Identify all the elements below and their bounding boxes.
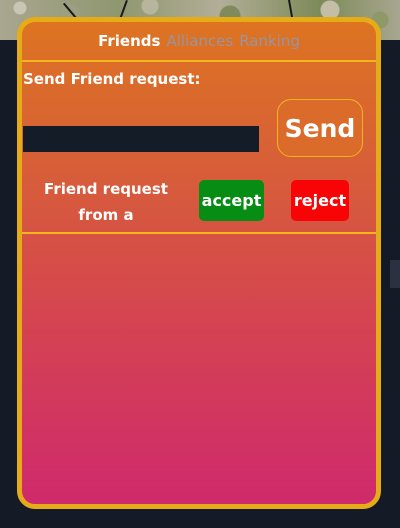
tab-alliances[interactable]: Alliances	[166, 32, 233, 50]
tab-ranking[interactable]: Ranking	[239, 32, 300, 50]
tab-friends[interactable]: Friends	[98, 32, 160, 50]
social-panel: Friends Alliances Ranking Send Friend re…	[17, 17, 381, 509]
friend-name-input[interactable]	[23, 126, 259, 152]
tab-bar: Friends Alliances Ranking	[22, 22, 376, 62]
reject-button[interactable]: reject	[291, 180, 349, 221]
friend-request-row: Friend request from a accept reject	[22, 172, 376, 234]
side-panel-edge	[390, 260, 400, 288]
accept-button[interactable]: accept	[199, 180, 264, 221]
send-button[interactable]: Send	[277, 99, 363, 157]
send-request-label: Send Friend request:	[23, 70, 201, 88]
friend-request-text: Friend request from a	[44, 180, 168, 224]
